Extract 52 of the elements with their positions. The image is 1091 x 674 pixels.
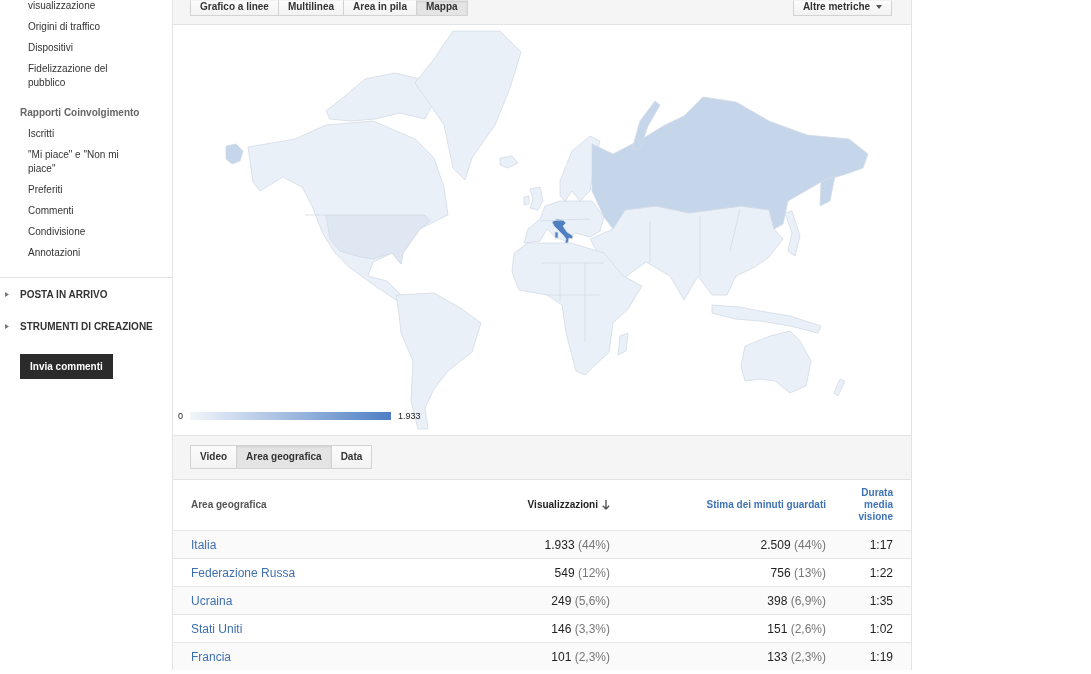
sidebar-section-link[interactable]: POSTA IN ARRIVO [20, 288, 108, 300]
views-cell: 146 (3,3%) [551, 621, 610, 636]
dimension-tab[interactable]: Video [190, 445, 238, 469]
chart-type-button[interactable]: Mappa [415, 0, 468, 16]
feedback-button[interactable]: Invia commenti [20, 354, 113, 379]
column-header-link[interactable]: Durata media visione [853, 487, 893, 523]
views-cell: 549 (12%) [554, 565, 610, 580]
sidebar-item[interactable]: "Mi piace" e "Non mi piace" [28, 144, 140, 179]
watch-minutes-cell: 151 (2,6%) [767, 621, 826, 636]
sidebar-item[interactable]: Condivisione [28, 221, 140, 242]
sidebar-item[interactable]: visualizzazione [28, 0, 140, 16]
sidebar-item[interactable]: Commenti [28, 200, 140, 221]
chart-type-button[interactable]: Grafico a linee [190, 0, 279, 16]
sidebar-item[interactable]: Fidelizzazione del pubblico [28, 58, 140, 93]
watch-minutes-cell: 756 (13%) [770, 565, 826, 580]
watch-minutes-cell: 133 (2,3%) [767, 649, 826, 664]
sidebar-item[interactable]: Annotazioni [28, 242, 140, 263]
dimension-tab[interactable]: Area geografica [236, 445, 332, 469]
caret-icon[interactable] [5, 323, 9, 329]
duration-cell: 1:19 [869, 649, 893, 664]
dimension-tab[interactable]: Data [330, 445, 373, 469]
watch-minutes-cell: 2.509 (44%) [760, 537, 826, 552]
column-header: Area geografica [191, 499, 267, 511]
country-link[interactable]: Francia [191, 649, 231, 664]
legend-max-label: 1.933 [398, 411, 421, 421]
sidebar-item[interactable]: Iscritti [28, 123, 140, 144]
sort-arrow-icon[interactable] [602, 500, 610, 510]
sidebar-item[interactable]: Origini di traffico [28, 16, 140, 37]
views-cell: 1.933 (44%) [544, 537, 610, 552]
country-link[interactable]: Stati Uniti [191, 621, 243, 636]
sidebar-item[interactable]: Dispositivi [28, 37, 140, 58]
views-cell: 101 (2,3%) [551, 649, 610, 664]
watch-minutes-cell: 398 (6,9%) [767, 593, 826, 608]
metrics-dropdown-button[interactable]: Altre metriche [793, 0, 892, 16]
column-header[interactable]: Visualizzazioni [527, 499, 598, 511]
country-link[interactable]: Ucraina [191, 593, 233, 608]
country-link[interactable]: Federazione Russa [191, 565, 296, 580]
sidebar-item[interactable]: Preferiti [28, 179, 140, 200]
duration-cell: 1:35 [869, 593, 893, 608]
sidebar-group-title: Rapporti Coinvolgimento [20, 105, 141, 120]
legend-min-label: 0 [178, 411, 183, 421]
duration-cell: 1:17 [869, 537, 893, 552]
sidebar-section-link[interactable]: STRUMENTI DI CREAZIONE [20, 320, 153, 332]
duration-cell: 1:02 [869, 621, 893, 636]
column-header-link[interactable]: Stima dei minuti guardati [706, 499, 826, 511]
caret-icon [876, 5, 883, 9]
duration-cell: 1:22 [869, 565, 893, 580]
caret-icon[interactable] [5, 291, 9, 297]
chart-type-button[interactable]: Area in pila [343, 0, 417, 16]
views-cell: 249 (5,6%) [551, 593, 610, 608]
country-link[interactable]: Italia [191, 537, 217, 552]
chart-type-button[interactable]: Multilinea [277, 0, 345, 16]
